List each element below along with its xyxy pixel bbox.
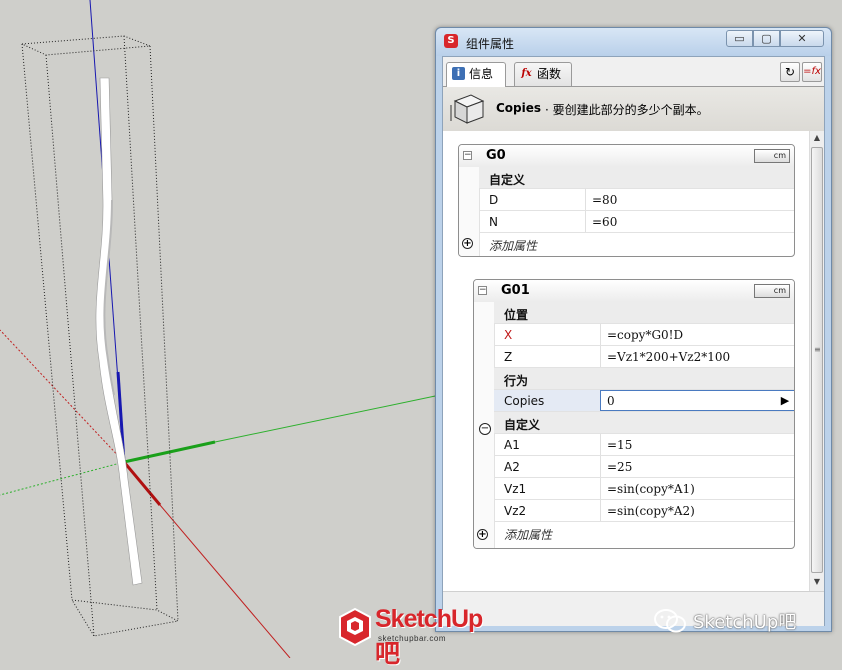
scroll-thumb[interactable]: ≡: [811, 147, 823, 573]
attribute-row-copies[interactable]: Copies 0 ▶: [494, 390, 794, 412]
attribute-value[interactable]: =15: [607, 438, 632, 452]
attribute-row-a1[interactable]: A1 =15: [494, 434, 794, 456]
scroll-down-icon[interactable]: ▼: [810, 575, 824, 589]
collapse-icon[interactable]: −: [478, 286, 487, 295]
attribute-value[interactable]: =copy*G0!D: [607, 328, 683, 342]
column-divider: [600, 324, 601, 345]
wechat-icon: [654, 609, 686, 633]
add-attribute-icon[interactable]: +: [477, 529, 488, 540]
twisted-bar-shape: [95, 77, 143, 586]
attribute-key: Copies: [504, 394, 545, 408]
tab-info-label: 信息: [469, 67, 494, 81]
tab-functions-label: 函数: [537, 67, 562, 81]
attribute-key: A1: [504, 438, 520, 452]
section-label: 自定义: [504, 418, 541, 432]
attribute-key: Vz1: [504, 482, 527, 496]
tab-functions[interactable]: fx 函数: [514, 62, 572, 86]
info-icon: i: [452, 67, 465, 80]
column-divider: [585, 189, 586, 210]
scroll-up-icon[interactable]: ▲: [810, 131, 824, 145]
column-divider: [600, 456, 601, 477]
function-icon: fx: [521, 68, 532, 79]
section-row: 自定义: [479, 167, 794, 189]
component-attributes-dialog: S 组件属性 ▭ ▢ ✕ i 信息 fx 函数 ↻ =fx Copies · 要…: [435, 27, 832, 632]
attribute-row-vz2[interactable]: Vz2 =sin(copy*A2): [494, 500, 794, 522]
tab-info[interactable]: i 信息: [446, 62, 506, 87]
attribute-row[interactable]: D =80: [479, 189, 794, 211]
attribute-row[interactable]: N =60: [479, 211, 794, 233]
column-divider: [600, 346, 601, 367]
wechat-account-name: SketchUp吧: [693, 612, 797, 633]
group-name: G01: [501, 283, 530, 298]
add-attribute-icon[interactable]: +: [462, 238, 473, 249]
copies-value-input[interactable]: 0: [600, 390, 794, 411]
logo-subtext: sketchupbar.com: [378, 634, 446, 643]
attributes-panel[interactable]: − G0 cm 自定义 D =80 N =60 + 添加属性 − G01 cm …: [443, 131, 824, 591]
sketchupbar-logo: SketchUp吧 sketchupbar.com: [338, 603, 504, 668]
section-row-behavior: 行为: [494, 368, 794, 390]
attribute-value[interactable]: =Vz1*200+Vz2*100: [607, 350, 730, 364]
add-attribute-row[interactable]: 添加属性: [494, 522, 794, 544]
red-axis-line: [159, 504, 291, 658]
attribute-value[interactable]: =sin(copy*A1): [607, 482, 695, 496]
behavior-collapse-icon[interactable]: −: [479, 423, 491, 435]
unit-ruler-button[interactable]: cm: [754, 149, 790, 163]
attribute-key: X: [504, 328, 513, 342]
add-attribute-label[interactable]: 添加属性: [489, 237, 537, 254]
refresh-button[interactable]: ↻: [780, 62, 800, 82]
group-header: − G01 cm: [474, 280, 794, 303]
close-button[interactable]: ✕: [780, 30, 824, 47]
description-bar: Copies · 要创建此部分的多少个副本。: [443, 86, 824, 132]
column-divider: [600, 434, 601, 455]
attribute-key: D: [489, 193, 499, 207]
attribute-key: N: [489, 215, 498, 229]
grip-icon: ≡: [814, 345, 821, 354]
add-attribute-row[interactable]: 添加属性: [479, 233, 794, 255]
title-bar[interactable]: S 组件属性 ▭ ▢ ✕: [436, 28, 831, 56]
minimize-button[interactable]: ▭: [726, 30, 753, 47]
attribute-row-a2[interactable]: A2 =25: [494, 456, 794, 478]
attribute-value[interactable]: =60: [592, 215, 617, 229]
sketchup-icon: S: [444, 34, 458, 48]
column-divider: [600, 500, 601, 521]
collapse-icon[interactable]: −: [463, 151, 472, 160]
section-label: 位置: [504, 308, 529, 322]
section-row-custom: 自定义: [494, 412, 794, 434]
attribute-value[interactable]: =80: [592, 193, 617, 207]
wechat-watermark: SketchUp吧: [653, 606, 833, 634]
attribute-key: Z: [504, 350, 513, 364]
attribute-row-z[interactable]: Z =Vz1*200+Vz2*100: [494, 346, 794, 368]
attribute-key: A2: [504, 460, 520, 474]
attribute-group-g0: − G0 cm 自定义 D =80 N =60 + 添加属性: [458, 144, 795, 257]
attribute-description: · 要创建此部分的多少个副本。: [545, 103, 709, 117]
attribute-name: Copies: [496, 101, 542, 115]
attribute-key: Vz2: [504, 504, 527, 518]
section-label: 自定义: [489, 173, 526, 187]
green-axis-line: [214, 394, 441, 443]
attribute-row-x[interactable]: X =copy*G0!D: [494, 324, 794, 346]
attribute-row-vz1[interactable]: Vz1 =sin(copy*A1): [494, 478, 794, 500]
toggle-formula-button[interactable]: =fx: [802, 62, 822, 82]
column-divider: [600, 478, 601, 499]
component-box-icon: [450, 94, 485, 124]
section-label: 行为: [504, 374, 529, 388]
logo-cube-icon: [339, 607, 371, 647]
group-header: − G0 cm: [459, 145, 794, 168]
formula-button-icon[interactable]: ▶: [778, 393, 792, 408]
group-name: G0: [486, 148, 506, 163]
vertical-scrollbar[interactable]: ▲ ≡ ▼: [809, 131, 824, 591]
section-row-position: 位置: [494, 302, 794, 324]
dialog-client: i 信息 fx 函数 ↻ =fx Copies · 要创建此部分的多少个副本。 …: [442, 56, 825, 626]
attribute-value[interactable]: =25: [607, 460, 632, 474]
maximize-button[interactable]: ▢: [753, 30, 780, 47]
unit-ruler-button[interactable]: cm: [754, 284, 790, 298]
add-attribute-label[interactable]: 添加属性: [504, 526, 552, 543]
attribute-value[interactable]: =sin(copy*A2): [607, 504, 695, 518]
attribute-group-g01: − G01 cm 位置 X =copy*G0!D Z =Vz1*200+Vz2*…: [473, 279, 795, 549]
window-title: 组件属性: [466, 37, 515, 51]
column-divider: [585, 211, 586, 232]
